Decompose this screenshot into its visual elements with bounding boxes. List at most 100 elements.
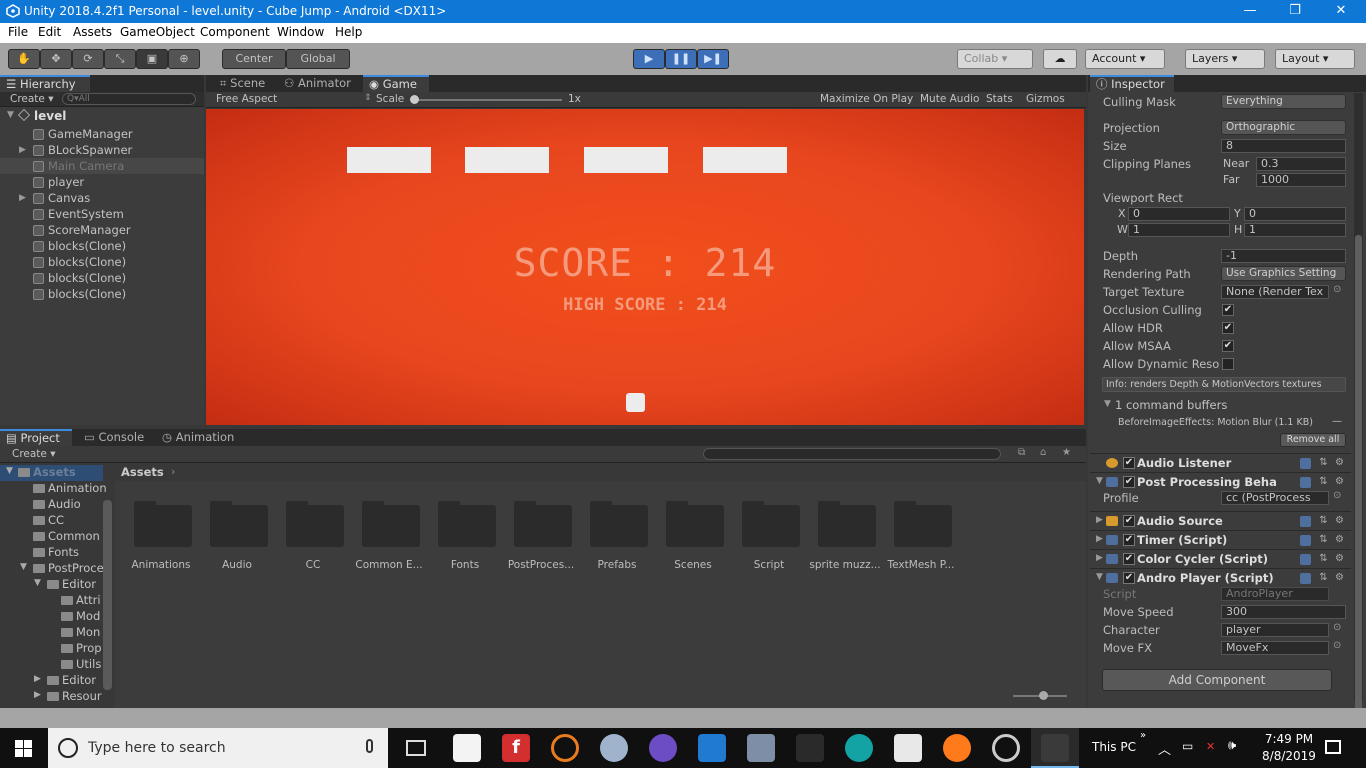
- toolbar-overflow-icon[interactable]: »: [1140, 730, 1146, 741]
- component-enabled-checkbox[interactable]: ✔: [1123, 476, 1135, 488]
- restore-button[interactable]: ❐: [1272, 0, 1318, 23]
- app-icon[interactable]: [796, 734, 824, 762]
- hierarchy-search-input[interactable]: Q▾All: [62, 93, 196, 105]
- clock-time[interactable]: 7:49 PM: [1260, 732, 1318, 746]
- volume-icon[interactable]: 🕪: [1228, 738, 1236, 753]
- clock-date[interactable]: 8/8/2019: [1260, 749, 1318, 763]
- scene-fold-icon[interactable]: ▼: [7, 110, 14, 120]
- hierarchy-item-blocks-clone[interactable]: blocks(Clone): [48, 239, 126, 253]
- account-dropdown[interactable]: Account ▾: [1085, 49, 1165, 69]
- game-viewport[interactable]: SCORE : 214 HIGH SCORE : 214: [206, 109, 1084, 425]
- menu-window[interactable]: Window: [277, 25, 324, 39]
- hierarchy-item-blocks-clone[interactable]: blocks(Clone): [48, 271, 126, 285]
- collab-dropdown[interactable]: Collab ▾: [957, 49, 1033, 69]
- tree-editor[interactable]: Editor: [62, 577, 96, 591]
- component-enabled-checkbox[interactable]: ✔: [1123, 553, 1135, 565]
- folder-icon[interactable]: [514, 501, 572, 547]
- tree-animation[interactable]: Animation: [48, 481, 107, 495]
- size-field[interactable]: 8: [1221, 139, 1346, 153]
- move-speed-field[interactable]: 300: [1221, 605, 1346, 619]
- tree-common[interactable]: Common: [48, 529, 100, 543]
- tree-fold-icon[interactable]: ▼: [6, 466, 13, 476]
- rotate-tool-icon[interactable]: ⟳: [72, 49, 104, 69]
- viewport-h-field[interactable]: 1: [1244, 223, 1346, 237]
- folder-label-fonts[interactable]: Fonts: [427, 559, 503, 571]
- unity-hub-icon[interactable]: [894, 734, 922, 762]
- github-desktop-icon[interactable]: [649, 734, 677, 762]
- folder-label-sprite-muzzle[interactable]: sprite muzz...: [807, 559, 883, 571]
- folder-icon[interactable]: [362, 501, 420, 547]
- component-audio-listener[interactable]: ✔ Audio Listener ⇅ ⚙: [1090, 453, 1351, 472]
- tree-properties[interactable]: Prop: [76, 641, 102, 655]
- folder-label-script[interactable]: Script: [731, 559, 807, 571]
- help-book-icon[interactable]: [1300, 535, 1311, 546]
- folder-label-postprocessing[interactable]: PostProces...: [503, 559, 579, 571]
- folder-icon[interactable]: [590, 501, 648, 547]
- tree-cc[interactable]: CC: [48, 513, 64, 527]
- pause-button[interactable]: ❚❚: [665, 49, 697, 69]
- tab-scene[interactable]: ⌗ Scene: [214, 75, 271, 92]
- settings-gear-icon[interactable]: ⚙: [1334, 535, 1345, 546]
- folder-label-animations[interactable]: Animations: [123, 559, 199, 571]
- tree-postprocessing[interactable]: PostProce: [48, 561, 104, 575]
- folder-label-prefabs[interactable]: Prefabs: [579, 559, 655, 571]
- project-create-dropdown[interactable]: Create ▾: [12, 448, 56, 460]
- arduino-app-icon[interactable]: [845, 734, 873, 762]
- tree-scrollbar[interactable]: [103, 500, 112, 690]
- foxit-app-icon[interactable]: f: [502, 734, 530, 762]
- hierarchy-item-blockspawner[interactable]: BLockSpawner: [48, 143, 132, 157]
- tree-utils[interactable]: Utils: [76, 657, 101, 671]
- add-component-button[interactable]: Add Component: [1102, 669, 1332, 691]
- tree-fold-icon[interactable]: ▶: [34, 674, 41, 684]
- minimize-button[interactable]: —: [1227, 0, 1273, 23]
- gizmos-dropdown[interactable]: Gizmos: [1026, 93, 1065, 105]
- pivot-center-button[interactable]: Center: [222, 49, 286, 69]
- menu-assets[interactable]: Assets: [73, 25, 112, 39]
- help-book-icon[interactable]: [1300, 516, 1311, 527]
- object-picker-icon[interactable]: ⊙: [1333, 640, 1341, 651]
- mute-audio-toggle[interactable]: Mute Audio: [920, 93, 979, 105]
- menu-component[interactable]: Component: [200, 25, 270, 39]
- stats-toggle[interactable]: Stats: [986, 93, 1013, 105]
- culling-mask-dropdown[interactable]: Everything: [1221, 94, 1346, 109]
- task-view-icon[interactable]: [406, 740, 426, 756]
- taskbar-search-box[interactable]: Type here to search: [48, 728, 388, 768]
- profile-field[interactable]: cc (PostProcess: [1221, 491, 1329, 505]
- microphone-icon[interactable]: [366, 739, 373, 753]
- breadcrumb-assets[interactable]: Assets: [121, 465, 164, 479]
- component-fold-icon[interactable]: ▼: [1096, 476, 1103, 486]
- hierarchy-item-scoremanager[interactable]: ScoreManager: [48, 223, 131, 237]
- tab-console[interactable]: ▭ Console: [78, 429, 150, 446]
- play-button[interactable]: ▶: [633, 49, 665, 69]
- tree-attributes[interactable]: Attri: [76, 593, 101, 607]
- folder-label-textmesh-pro[interactable]: TextMesh P...: [883, 559, 959, 571]
- folder-icon[interactable]: [894, 501, 952, 547]
- aspect-dropdown[interactable]: Free Aspect: [216, 93, 277, 105]
- component-fold-icon[interactable]: ▶: [1096, 553, 1103, 563]
- preset-icon[interactable]: ⇅: [1318, 573, 1329, 584]
- help-book-icon[interactable]: [1300, 554, 1311, 565]
- cloud-icon[interactable]: ☁: [1043, 49, 1077, 69]
- tree-assets[interactable]: Assets: [33, 465, 76, 479]
- move-tool-icon[interactable]: ✥: [40, 49, 72, 69]
- firefox-app-icon[interactable]: [943, 734, 971, 762]
- blender-app-icon[interactable]: [551, 734, 579, 762]
- folder-icon[interactable]: [818, 501, 876, 547]
- expand-arrow-icon[interactable]: ▶: [19, 193, 26, 203]
- dev-app-icon[interactable]: [600, 734, 628, 762]
- help-book-icon[interactable]: [1300, 458, 1311, 469]
- allow-dynamic-checkbox[interactable]: [1222, 358, 1234, 370]
- tree-fold-icon[interactable]: ▶: [34, 690, 41, 700]
- network-icon[interactable]: ✕: [1206, 740, 1215, 753]
- settings-gear-icon[interactable]: ⚙: [1334, 573, 1345, 584]
- tree-monitors[interactable]: Mon: [76, 625, 100, 639]
- viewport-w-field[interactable]: 1: [1128, 223, 1230, 237]
- scale-tool-icon[interactable]: ⤡: [104, 49, 136, 69]
- settings-gear-icon[interactable]: ⚙: [1334, 458, 1345, 469]
- component-post-processing[interactable]: ▼ ✔ Post Processing Beha ⇅ ⚙: [1090, 472, 1351, 491]
- component-andro-player[interactable]: ▼ ✔ Andro Player (Script) ⇅ ⚙: [1090, 568, 1351, 587]
- component-enabled-checkbox[interactable]: ✔: [1123, 534, 1135, 546]
- hierarchy-item-canvas[interactable]: Canvas: [48, 191, 90, 205]
- menu-gameobject[interactable]: GameObject: [120, 25, 195, 39]
- depth-field[interactable]: -1: [1221, 249, 1346, 263]
